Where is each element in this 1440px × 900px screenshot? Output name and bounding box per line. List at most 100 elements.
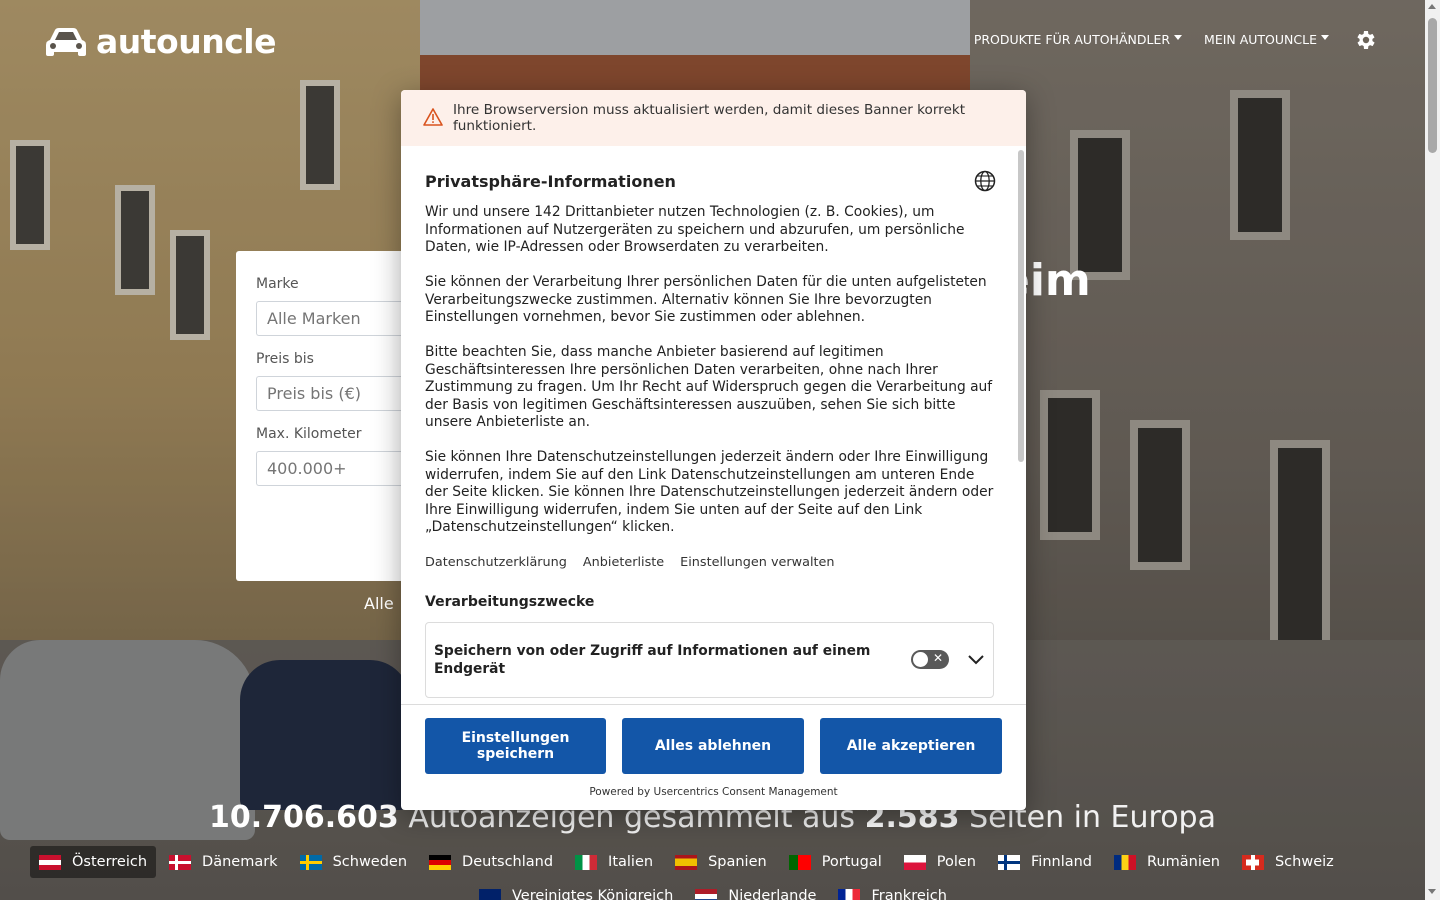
country-link-pt[interactable]: Portugal — [780, 846, 891, 878]
privacy-policy-link[interactable]: Datenschutzerklärung — [425, 555, 567, 570]
nav-my-autouncle-label: MEIN AUTOUNCLE — [1204, 32, 1317, 47]
nav-my-autouncle[interactable]: MEIN AUTOUNCLE — [1204, 32, 1329, 47]
price-label: Preis bis — [256, 351, 314, 367]
country-label: Polen — [936, 854, 976, 870]
it-flag-icon — [575, 854, 598, 870]
scroll-down-arrow-icon[interactable] — [1428, 889, 1436, 894]
purpose-label: Speichern von oder Zugriff auf Informati… — [434, 642, 871, 677]
purposes-heading: Verarbeitungszwecke — [425, 593, 595, 610]
country-label: Dänemark — [202, 854, 278, 870]
search-form: Marke Preis bis Max. Kilometer — [236, 251, 416, 581]
country-label: Schweden — [332, 854, 408, 870]
consent-body: Privatsphäre-Informationen Wir und unser… — [401, 146, 1026, 704]
country-link-dk[interactable]: Dänemark — [160, 846, 287, 878]
toggle-off-icon: ✕ — [932, 651, 943, 665]
country-link-se[interactable]: Schweden — [291, 846, 416, 878]
consent-dialog: Ihre Browserversion muss aktualisiert we… — [401, 90, 1026, 810]
fi-flag-icon — [998, 854, 1020, 870]
logo-text: autouncle — [96, 22, 276, 61]
nl-flag-icon — [695, 888, 718, 900]
country-label: Finnland — [1031, 854, 1093, 870]
pl-flag-icon — [903, 854, 926, 870]
de-flag-icon — [429, 854, 452, 870]
reject-all-button[interactable]: Alles ablehnen — [622, 718, 804, 774]
scroll-thumb[interactable] — [1428, 18, 1437, 153]
gear-icon[interactable] — [1353, 28, 1377, 52]
consent-buttons: Einstellungen speichern Alles ablehnen A… — [425, 718, 1002, 774]
car-logo-icon — [46, 27, 86, 56]
browser-warning-text: Ihre Browserversion muss aktualisiert we… — [453, 102, 966, 134]
ro-flag-icon — [1114, 854, 1137, 870]
country-label: Rumänien — [1147, 854, 1220, 870]
warning-icon — [423, 108, 443, 126]
globe-language-icon[interactable] — [974, 170, 996, 192]
country-link-gb[interactable]: Vereinigtes Königreich — [470, 880, 682, 900]
caret-down-icon — [1174, 35, 1183, 40]
consent-paragraph: Wir und unsere 142 Drittanbieter nutzen … — [425, 204, 965, 255]
country-link-nl[interactable]: Niederlande — [686, 880, 825, 900]
gb-flag-icon — [479, 888, 501, 900]
dk-flag-icon — [169, 854, 192, 870]
country-link-es[interactable]: Spanien — [666, 846, 776, 878]
country-link-at[interactable]: Österreich — [30, 846, 157, 878]
country-link-ch[interactable]: Schweiz — [1233, 846, 1343, 878]
price-input[interactable] — [256, 376, 416, 411]
country-label: Portugal — [821, 854, 882, 870]
country-label: Italien — [608, 854, 654, 870]
consent-footer: Einstellungen speichern Alles ablehnen A… — [401, 704, 1026, 810]
se-flag-icon — [299, 854, 322, 870]
ch-flag-icon — [1241, 854, 1264, 870]
pt-flag-icon — [788, 854, 811, 870]
country-label: Schweiz — [1274, 854, 1334, 870]
chevron-down-icon[interactable] — [967, 654, 985, 666]
logo[interactable]: autouncle — [44, 22, 276, 61]
country-label: Deutschland — [462, 854, 554, 870]
consent-paragraph: Sie können der Verarbeitung Ihrer persön… — [425, 274, 987, 325]
country-link-pl[interactable]: Polen — [895, 846, 985, 878]
accept-all-button[interactable]: Alle akzeptieren — [820, 718, 1002, 774]
powered-by-text: Powered by Usercentrics Consent Manageme… — [589, 786, 838, 798]
country-label: Niederlande — [728, 888, 817, 900]
consent-paragraph: Bitte beachten Sie, dass manche Anbieter… — [425, 344, 993, 430]
vendor-list-link[interactable]: Anbieterliste — [583, 555, 664, 570]
country-label: Vereinigtes Königreich — [512, 888, 674, 900]
nav-dealer-products[interactable]: PRODUKTE FÜR AUTOHÄNDLER — [973, 32, 1183, 47]
ads-count: 10.706.603 — [209, 800, 399, 835]
brand-label: Marke — [256, 276, 299, 292]
purpose-item: Speichern von oder Zugriff auf Informati… — [425, 621, 994, 698]
brand-input[interactable] — [256, 301, 416, 336]
country-label: Spanien — [708, 854, 767, 870]
top-nav: PRODUKTE FÜR AUTOHÄNDLER MEIN AUTOUNCLE — [974, 32, 1329, 47]
country-link-ro[interactable]: Rumänien — [1105, 846, 1229, 878]
browser-warning-banner: Ihre Browserversion muss aktualisiert we… — [401, 90, 1026, 146]
country-link-fr[interactable]: Frankreich — [829, 880, 955, 900]
es-flag-icon — [675, 854, 698, 870]
at-flag-icon — [39, 854, 61, 870]
toggle-knob — [913, 652, 928, 667]
consent-title-row: Privatsphäre-Informationen — [425, 170, 996, 192]
country-list: Österreich Dänemark Schweden Deutschland Ita… — [30, 846, 1410, 878]
manage-settings-link[interactable]: Einstellungen verwalten — [680, 555, 834, 570]
country-list-row-2: Vereinigtes Königreich Niederlande Frankre… — [470, 880, 956, 900]
save-settings-button[interactable]: Einstellungen speichern — [425, 718, 606, 774]
all-cars-link[interactable]: Alle — [364, 594, 394, 613]
km-label: Max. Kilometer — [256, 426, 362, 442]
site-header: autouncle PRODUKTE FÜR AUTOHÄNDLER MEIN … — [0, 0, 1425, 80]
nav-dealer-products-label: PRODUKTE FÜR AUTOHÄNDLER — [973, 32, 1171, 47]
consent-scrollbar[interactable] — [1018, 150, 1024, 462]
country-link-de[interactable]: Deutschland — [420, 846, 562, 878]
km-input[interactable] — [256, 451, 416, 486]
page-scrollbar[interactable] — [1425, 0, 1440, 900]
consent-title: Privatsphäre-Informationen — [425, 171, 676, 191]
country-link-fi[interactable]: Finnland — [989, 846, 1101, 878]
consent-links: Datenschutzerklärung Anbieterliste Einst… — [425, 555, 994, 570]
fr-flag-icon — [838, 888, 861, 900]
purpose-controls: ✕ — [911, 650, 985, 669]
purpose-toggle[interactable]: ✕ — [911, 650, 949, 669]
scroll-up-arrow-icon[interactable] — [1428, 4, 1436, 9]
caret-down-icon — [1321, 35, 1329, 40]
country-link-it[interactable]: Italien — [566, 846, 662, 878]
country-label: Österreich — [72, 854, 148, 870]
country-label: Frankreich — [871, 888, 947, 900]
consent-paragraph: Sie können Ihre Datenschutzeinstellungen… — [425, 449, 994, 535]
